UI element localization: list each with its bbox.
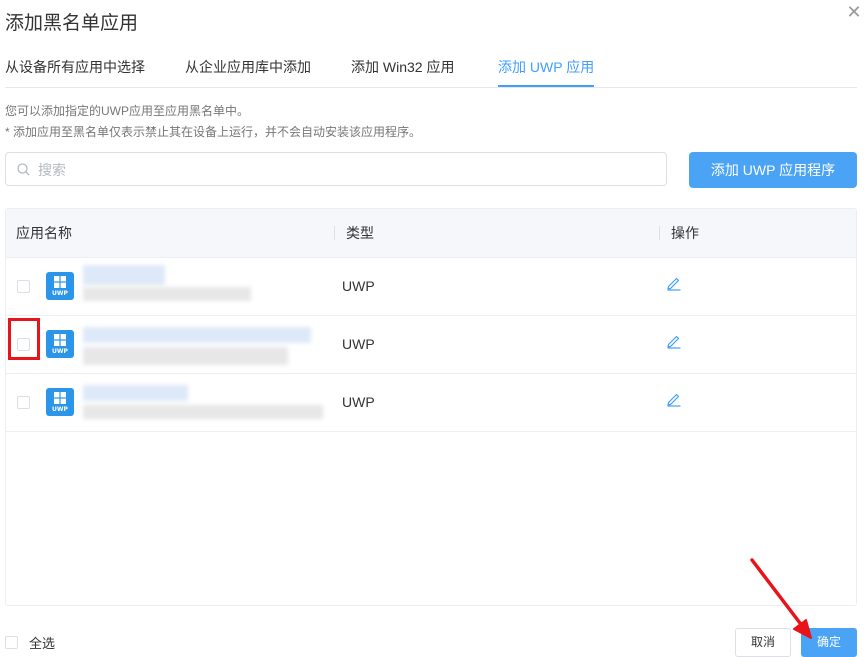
- tab-all-device-apps[interactable]: 从设备所有应用中选择: [5, 56, 145, 86]
- app-publisher-redacted: [83, 287, 251, 301]
- app-type: UWP: [342, 278, 375, 294]
- search-icon: [17, 163, 30, 176]
- uwp-badge-label: UWP: [52, 290, 68, 297]
- close-icon[interactable]: ✕: [844, 2, 864, 22]
- uwp-badge-label: UWP: [52, 348, 68, 355]
- windows-logo-icon: [54, 392, 66, 404]
- select-all-checkbox[interactable]: [5, 636, 18, 649]
- app-publisher-redacted: [83, 347, 288, 365]
- add-uwp-app-button[interactable]: 添加 UWP 应用程序: [689, 152, 857, 188]
- app-name-redacted: [83, 327, 311, 343]
- windows-logo-icon: [54, 334, 66, 346]
- tab-enterprise-app-library[interactable]: 从企业应用库中添加: [185, 56, 311, 86]
- pencil-edit-icon[interactable]: [666, 275, 682, 291]
- row-checkbox[interactable]: [17, 280, 30, 293]
- pencil-edit-icon[interactable]: [666, 391, 682, 407]
- app-type: UWP: [342, 336, 375, 352]
- uwp-badge-label: UWP: [52, 406, 68, 413]
- tip-line-1: 您可以添加指定的UWP应用至应用黑名单中。: [5, 104, 249, 118]
- app-name-redacted: [83, 385, 188, 401]
- app-icon: UWP: [46, 272, 74, 300]
- column-header-action: 操作: [671, 225, 699, 241]
- app-icon: UWP: [46, 330, 74, 358]
- tab-add-uwp-app[interactable]: 添加 UWP 应用: [498, 56, 595, 87]
- tip-line-2: * 添加应用至黑名单仅表示禁止其在设备上运行，并不会自动安装该应用程序。: [5, 125, 422, 139]
- tab-add-win32-app[interactable]: 添加 Win32 应用: [351, 56, 454, 86]
- search-input[interactable]: [36, 153, 660, 187]
- select-all-label: 全选: [29, 636, 56, 651]
- search-box: [5, 152, 667, 187]
- column-header-name: 应用名称: [16, 225, 72, 241]
- pencil-edit-icon[interactable]: [666, 333, 682, 349]
- windows-logo-icon: [54, 276, 66, 288]
- confirm-button[interactable]: 确定: [801, 628, 857, 657]
- table-row: UWP UWP: [6, 315, 856, 374]
- app-publisher-redacted: [83, 405, 323, 419]
- app-table: 应用名称 类型 操作 UWP UWP UWP UWP UWP UWP: [5, 208, 857, 606]
- app-name-redacted: [83, 265, 165, 285]
- annotation-highlight-box: [8, 318, 40, 360]
- dialog-title: 添加黑名单应用: [5, 13, 139, 34]
- tab-bar: 从设备所有应用中选择 从企业应用库中添加 添加 Win32 应用 添加 UWP …: [5, 56, 857, 88]
- table-row: UWP UWP: [6, 373, 856, 432]
- column-divider: [334, 226, 335, 240]
- cancel-button[interactable]: 取消: [735, 628, 791, 657]
- column-divider: [659, 226, 660, 240]
- table-header: 应用名称 类型 操作: [6, 209, 856, 258]
- app-icon: UWP: [46, 388, 74, 416]
- table-row: UWP UWP: [6, 257, 856, 316]
- app-type: UWP: [342, 394, 375, 410]
- row-checkbox[interactable]: [17, 396, 30, 409]
- column-header-type: 类型: [346, 225, 374, 241]
